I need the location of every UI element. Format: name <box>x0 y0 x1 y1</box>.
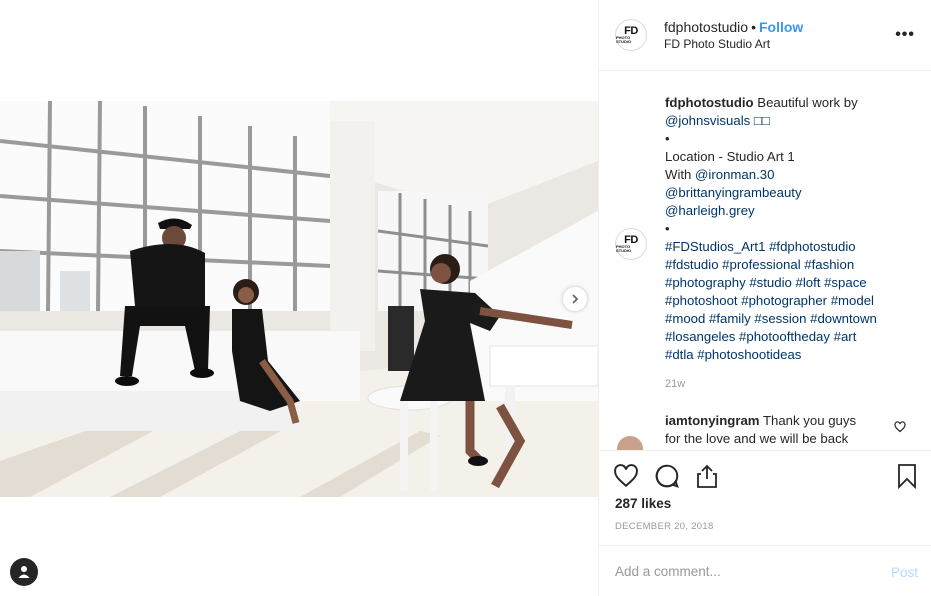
caption-author-link[interactable]: fdphotostudio <box>665 95 754 110</box>
hashtag-line[interactable]: #photography #studio #loft #space <box>665 274 915 292</box>
header-location-link[interactable]: FD Photo Studio Art <box>664 37 770 51</box>
comments-section[interactable]: FD PHOTO STUDIO fdphotostudio Beautiful … <box>599 72 931 450</box>
post-caption: fdphotostudio Beautiful work by @johnsvi… <box>665 94 915 364</box>
share-icon[interactable] <box>695 463 719 489</box>
reply-avatar[interactable] <box>617 436 643 450</box>
reply-author-link[interactable]: iamtonyingram <box>665 413 760 428</box>
next-image-button[interactable] <box>563 287 587 311</box>
reply-text-line2: for the love and we will be back <box>665 431 849 446</box>
header-user-line: fdphotostudio • Follow <box>664 19 803 35</box>
post-date: DECEMBER 20, 2018 <box>615 521 714 532</box>
likes-count[interactable]: 287 likes <box>615 496 671 511</box>
comment-icon[interactable] <box>654 463 680 489</box>
post-photo[interactable] <box>0 101 598 497</box>
reply-text-line1: Thank you guys <box>759 413 857 428</box>
post-side-panel: FD PHOTO STUDIO fdphotostudio • Follow FD … <box>598 0 931 596</box>
caption-bullet: • <box>665 221 670 236</box>
caption-bullet: • <box>665 131 670 146</box>
caption-avatar-logo-subtext: PHOTO STUDIO <box>616 244 632 253</box>
user-tag-icon <box>18 566 30 578</box>
hashtag-line[interactable]: #fdstudio #professional #fashion <box>665 256 915 274</box>
caption-text: Beautiful work by <box>753 95 858 110</box>
post-comment-button[interactable]: Post <box>891 565 918 580</box>
mention-link[interactable]: @harleigh.grey <box>665 202 915 220</box>
mention-link[interactable]: @brittanyingrambeauty <box>665 184 915 202</box>
heart-icon[interactable] <box>613 463 639 489</box>
hashtag-line[interactable]: #losangeles #photooftheday #art <box>665 328 915 346</box>
caption-time-ago: 21w <box>665 378 686 390</box>
add-comment-input[interactable] <box>615 564 855 579</box>
follow-button[interactable]: Follow <box>759 19 803 35</box>
bookmark-icon[interactable] <box>896 463 918 489</box>
user-tag-button[interactable] <box>10 558 38 586</box>
post-header: FD PHOTO STUDIO fdphotostudio • Follow FD … <box>599 0 931 71</box>
avatar-logo-subtext: PHOTO STUDIO <box>616 35 632 44</box>
like-comment-heart-icon[interactable] <box>894 421 906 433</box>
hashtag-line[interactable]: #FDStudios_Art1 #fdphotostudio <box>665 238 915 256</box>
post-media-area <box>0 0 598 596</box>
caption-avatar[interactable]: FD PHOTO STUDIO <box>615 228 647 260</box>
reply-comment: iamtonyingram Thank you guys for the lov… <box>665 412 885 448</box>
caption-location-line: Location - Studio Art 1 <box>665 149 795 164</box>
caption-with-text: With <box>665 167 696 182</box>
header-separator: • <box>751 19 756 35</box>
mention-link[interactable]: @johnsvisuals □□ <box>665 113 770 128</box>
post-actions: 287 likes DECEMBER 20, 2018 <box>599 450 931 545</box>
studio-photo-image <box>0 101 598 497</box>
add-comment-section: Post <box>599 545 931 596</box>
hashtag-line[interactable]: #dtla #photoshootideas <box>665 346 915 364</box>
mention-link[interactable]: @ironman.30 <box>695 167 774 182</box>
hashtag-line[interactable]: #mood #family #session #downtown <box>665 310 915 328</box>
chevron-right-icon <box>572 294 579 304</box>
hashtag-line[interactable]: #photoshoot #photographer #model <box>665 292 915 310</box>
header-username-link[interactable]: fdphotostudio <box>664 19 748 35</box>
more-options-icon[interactable]: ••• <box>895 26 915 44</box>
profile-avatar[interactable]: FD PHOTO STUDIO <box>615 19 647 51</box>
